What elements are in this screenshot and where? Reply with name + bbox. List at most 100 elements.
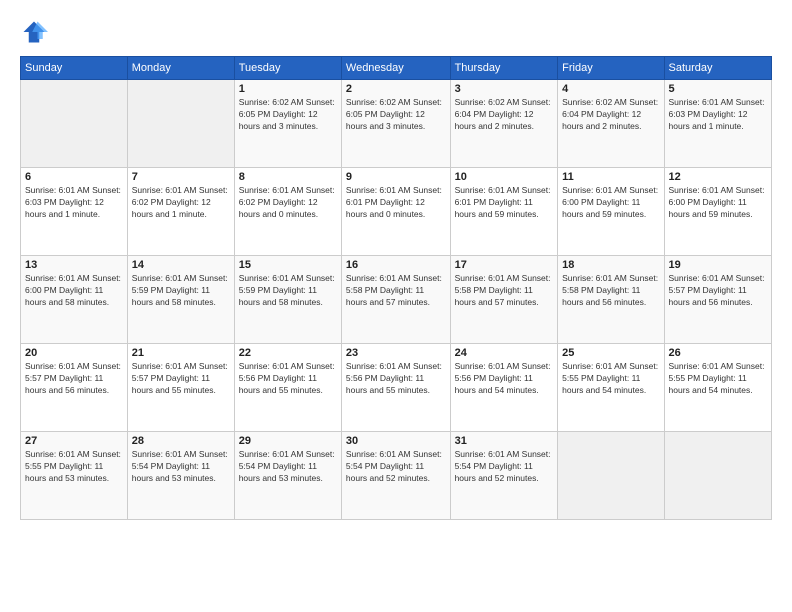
day-info: Sunrise: 6:01 AM Sunset: 6:02 PM Dayligh… — [239, 185, 337, 221]
day-number: 12 — [669, 171, 767, 183]
day-number: 7 — [132, 171, 230, 183]
calendar-cell: 12 Sunrise: 6:01 AM Sunset: 6:00 PM Dayli… — [664, 168, 771, 256]
day-number: 14 — [132, 259, 230, 271]
calendar-cell: 11 Sunrise: 6:01 AM Sunset: 6:00 PM Dayli… — [558, 168, 664, 256]
calendar-cell: 21 Sunrise: 6:01 AM Sunset: 5:57 PM Dayli… — [127, 344, 234, 432]
calendar-cell: 2Sunrise: 6:02 AM Sunset: 6:05 PM Daylig… — [341, 80, 450, 168]
day-number: 9 — [346, 171, 446, 183]
day-number: 28 — [132, 435, 230, 447]
calendar-cell: 17 Sunrise: 6:01 AM Sunset: 5:58 PM Dayli… — [450, 256, 558, 344]
page: SundayMondayTuesdayWednesdayThursdayFrid… — [0, 0, 792, 612]
calendar-week-3: 13Sunrise: 6:01 AM Sunset: 6:00 PM Dayli… — [21, 256, 772, 344]
calendar-cell: 6 Sunrise: 6:01 AM Sunset: 6:03 PM Daylig… — [21, 168, 128, 256]
calendar-cell: 18 Sunrise: 6:01 AM Sunset: 5:58 PM Dayli… — [558, 256, 664, 344]
calendar-cell: 23 Sunrise: 6:01 AM Sunset: 5:56 PM Dayli… — [341, 344, 450, 432]
day-number: 17 — [455, 259, 554, 271]
day-header-saturday: Saturday — [664, 57, 771, 80]
day-info: Sunrise: 6:02 AM Sunset: 6:04 PM Dayligh… — [455, 97, 554, 133]
calendar-cell: 19Sunrise: 6:01 AM Sunset: 5:57 PM Dayli… — [664, 256, 771, 344]
day-number: 21 — [132, 347, 230, 359]
calendar-cell: 14 Sunrise: 6:01 AM Sunset: 5:59 PM Dayli… — [127, 256, 234, 344]
day-header-thursday: Thursday — [450, 57, 558, 80]
calendar-header: SundayMondayTuesdayWednesdayThursdayFrid… — [21, 57, 772, 80]
calendar-cell — [21, 80, 128, 168]
header-row: SundayMondayTuesdayWednesdayThursdayFrid… — [21, 57, 772, 80]
day-info: Sunrise: 6:01 AM Sunset: 6:00 PM Dayligh… — [25, 273, 123, 309]
calendar-cell: 13Sunrise: 6:01 AM Sunset: 6:00 PM Dayli… — [21, 256, 128, 344]
day-info: Sunrise: 6:01 AM Sunset: 5:57 PM Dayligh… — [132, 361, 230, 397]
calendar-cell: 29Sunrise: 6:01 AM Sunset: 5:54 PM Dayli… — [234, 432, 341, 520]
header — [20, 18, 772, 46]
calendar-cell: 24Sunrise: 6:01 AM Sunset: 5:56 PM Dayli… — [450, 344, 558, 432]
day-number: 18 — [562, 259, 659, 271]
calendar-cell: 9 Sunrise: 6:01 AM Sunset: 6:01 PM Daylig… — [341, 168, 450, 256]
calendar-cell: 31 Sunrise: 6:01 AM Sunset: 5:54 PM Dayli… — [450, 432, 558, 520]
calendar-cell — [558, 432, 664, 520]
day-number: 1 — [239, 83, 337, 95]
day-info: Sunrise: 6:01 AM Sunset: 5:56 PM Dayligh… — [239, 361, 337, 397]
calendar-week-1: 1 Sunrise: 6:02 AM Sunset: 6:05 PM Daylig… — [21, 80, 772, 168]
day-info: Sunrise: 6:01 AM Sunset: 5:54 PM Dayligh… — [239, 449, 337, 485]
calendar-cell — [127, 80, 234, 168]
day-info: Sunrise: 6:01 AM Sunset: 5:58 PM Dayligh… — [346, 273, 446, 309]
day-number: 8 — [239, 171, 337, 183]
day-number: 16 — [346, 259, 446, 271]
day-info: Sunrise: 6:01 AM Sunset: 5:58 PM Dayligh… — [562, 273, 659, 309]
day-info: Sunrise: 6:01 AM Sunset: 6:01 PM Dayligh… — [455, 185, 554, 221]
day-number: 30 — [346, 435, 446, 447]
day-number: 19 — [669, 259, 767, 271]
day-info: Sunrise: 6:01 AM Sunset: 5:54 PM Dayligh… — [132, 449, 230, 485]
calendar-cell: 4Sunrise: 6:02 AM Sunset: 6:04 PM Daylig… — [558, 80, 664, 168]
day-info: Sunrise: 6:01 AM Sunset: 5:54 PM Dayligh… — [346, 449, 446, 485]
calendar-cell: 30 Sunrise: 6:01 AM Sunset: 5:54 PM Dayli… — [341, 432, 450, 520]
day-number: 2 — [346, 83, 446, 95]
day-info: Sunrise: 6:01 AM Sunset: 5:55 PM Dayligh… — [562, 361, 659, 397]
calendar-cell: 3 Sunrise: 6:02 AM Sunset: 6:04 PM Daylig… — [450, 80, 558, 168]
day-header-tuesday: Tuesday — [234, 57, 341, 80]
day-number: 31 — [455, 435, 554, 447]
day-number: 3 — [455, 83, 554, 95]
day-header-wednesday: Wednesday — [341, 57, 450, 80]
calendar-week-2: 6 Sunrise: 6:01 AM Sunset: 6:03 PM Daylig… — [21, 168, 772, 256]
day-number: 27 — [25, 435, 123, 447]
logo-icon — [20, 18, 48, 46]
calendar-cell — [664, 432, 771, 520]
day-info: Sunrise: 6:01 AM Sunset: 5:54 PM Dayligh… — [455, 449, 554, 485]
calendar-cell: 26Sunrise: 6:01 AM Sunset: 5:55 PM Dayli… — [664, 344, 771, 432]
day-header-friday: Friday — [558, 57, 664, 80]
day-info: Sunrise: 6:01 AM Sunset: 6:03 PM Dayligh… — [25, 185, 123, 221]
day-info: Sunrise: 6:01 AM Sunset: 5:58 PM Dayligh… — [455, 273, 554, 309]
day-info: Sunrise: 6:01 AM Sunset: 5:57 PM Dayligh… — [25, 361, 123, 397]
day-info: Sunrise: 6:01 AM Sunset: 5:56 PM Dayligh… — [346, 361, 446, 397]
day-number: 23 — [346, 347, 446, 359]
day-info: Sunrise: 6:01 AM Sunset: 6:03 PM Dayligh… — [669, 97, 767, 133]
day-number: 24 — [455, 347, 554, 359]
calendar-cell: 25 Sunrise: 6:01 AM Sunset: 5:55 PM Dayli… — [558, 344, 664, 432]
day-info: Sunrise: 6:01 AM Sunset: 5:55 PM Dayligh… — [669, 361, 767, 397]
day-number: 15 — [239, 259, 337, 271]
day-number: 25 — [562, 347, 659, 359]
day-number: 5 — [669, 83, 767, 95]
calendar-cell: 16 Sunrise: 6:01 AM Sunset: 5:58 PM Dayli… — [341, 256, 450, 344]
calendar-table: SundayMondayTuesdayWednesdayThursdayFrid… — [20, 56, 772, 520]
day-number: 20 — [25, 347, 123, 359]
day-number: 11 — [562, 171, 659, 183]
day-info: Sunrise: 6:01 AM Sunset: 6:00 PM Dayligh… — [562, 185, 659, 221]
day-info: Sunrise: 6:01 AM Sunset: 5:59 PM Dayligh… — [132, 273, 230, 309]
calendar-cell: 8 Sunrise: 6:01 AM Sunset: 6:02 PM Daylig… — [234, 168, 341, 256]
calendar-cell: 28 Sunrise: 6:01 AM Sunset: 5:54 PM Dayli… — [127, 432, 234, 520]
day-info: Sunrise: 6:01 AM Sunset: 6:01 PM Dayligh… — [346, 185, 446, 221]
calendar-cell: 27Sunrise: 6:01 AM Sunset: 5:55 PM Dayli… — [21, 432, 128, 520]
calendar-cell: 1 Sunrise: 6:02 AM Sunset: 6:05 PM Daylig… — [234, 80, 341, 168]
calendar-cell: 5 Sunrise: 6:01 AM Sunset: 6:03 PM Daylig… — [664, 80, 771, 168]
day-info: Sunrise: 6:02 AM Sunset: 6:04 PM Dayligh… — [562, 97, 659, 133]
calendar-cell: 15Sunrise: 6:01 AM Sunset: 5:59 PM Dayli… — [234, 256, 341, 344]
calendar-cell: 10Sunrise: 6:01 AM Sunset: 6:01 PM Dayli… — [450, 168, 558, 256]
calendar-body: 1 Sunrise: 6:02 AM Sunset: 6:05 PM Daylig… — [21, 80, 772, 520]
day-info: Sunrise: 6:02 AM Sunset: 6:05 PM Dayligh… — [239, 97, 337, 133]
day-number: 6 — [25, 171, 123, 183]
day-info: Sunrise: 6:01 AM Sunset: 6:02 PM Dayligh… — [132, 185, 230, 221]
calendar-cell: 7 Sunrise: 6:01 AM Sunset: 6:02 PM Daylig… — [127, 168, 234, 256]
day-info: Sunrise: 6:01 AM Sunset: 6:00 PM Dayligh… — [669, 185, 767, 221]
calendar-week-5: 27Sunrise: 6:01 AM Sunset: 5:55 PM Dayli… — [21, 432, 772, 520]
